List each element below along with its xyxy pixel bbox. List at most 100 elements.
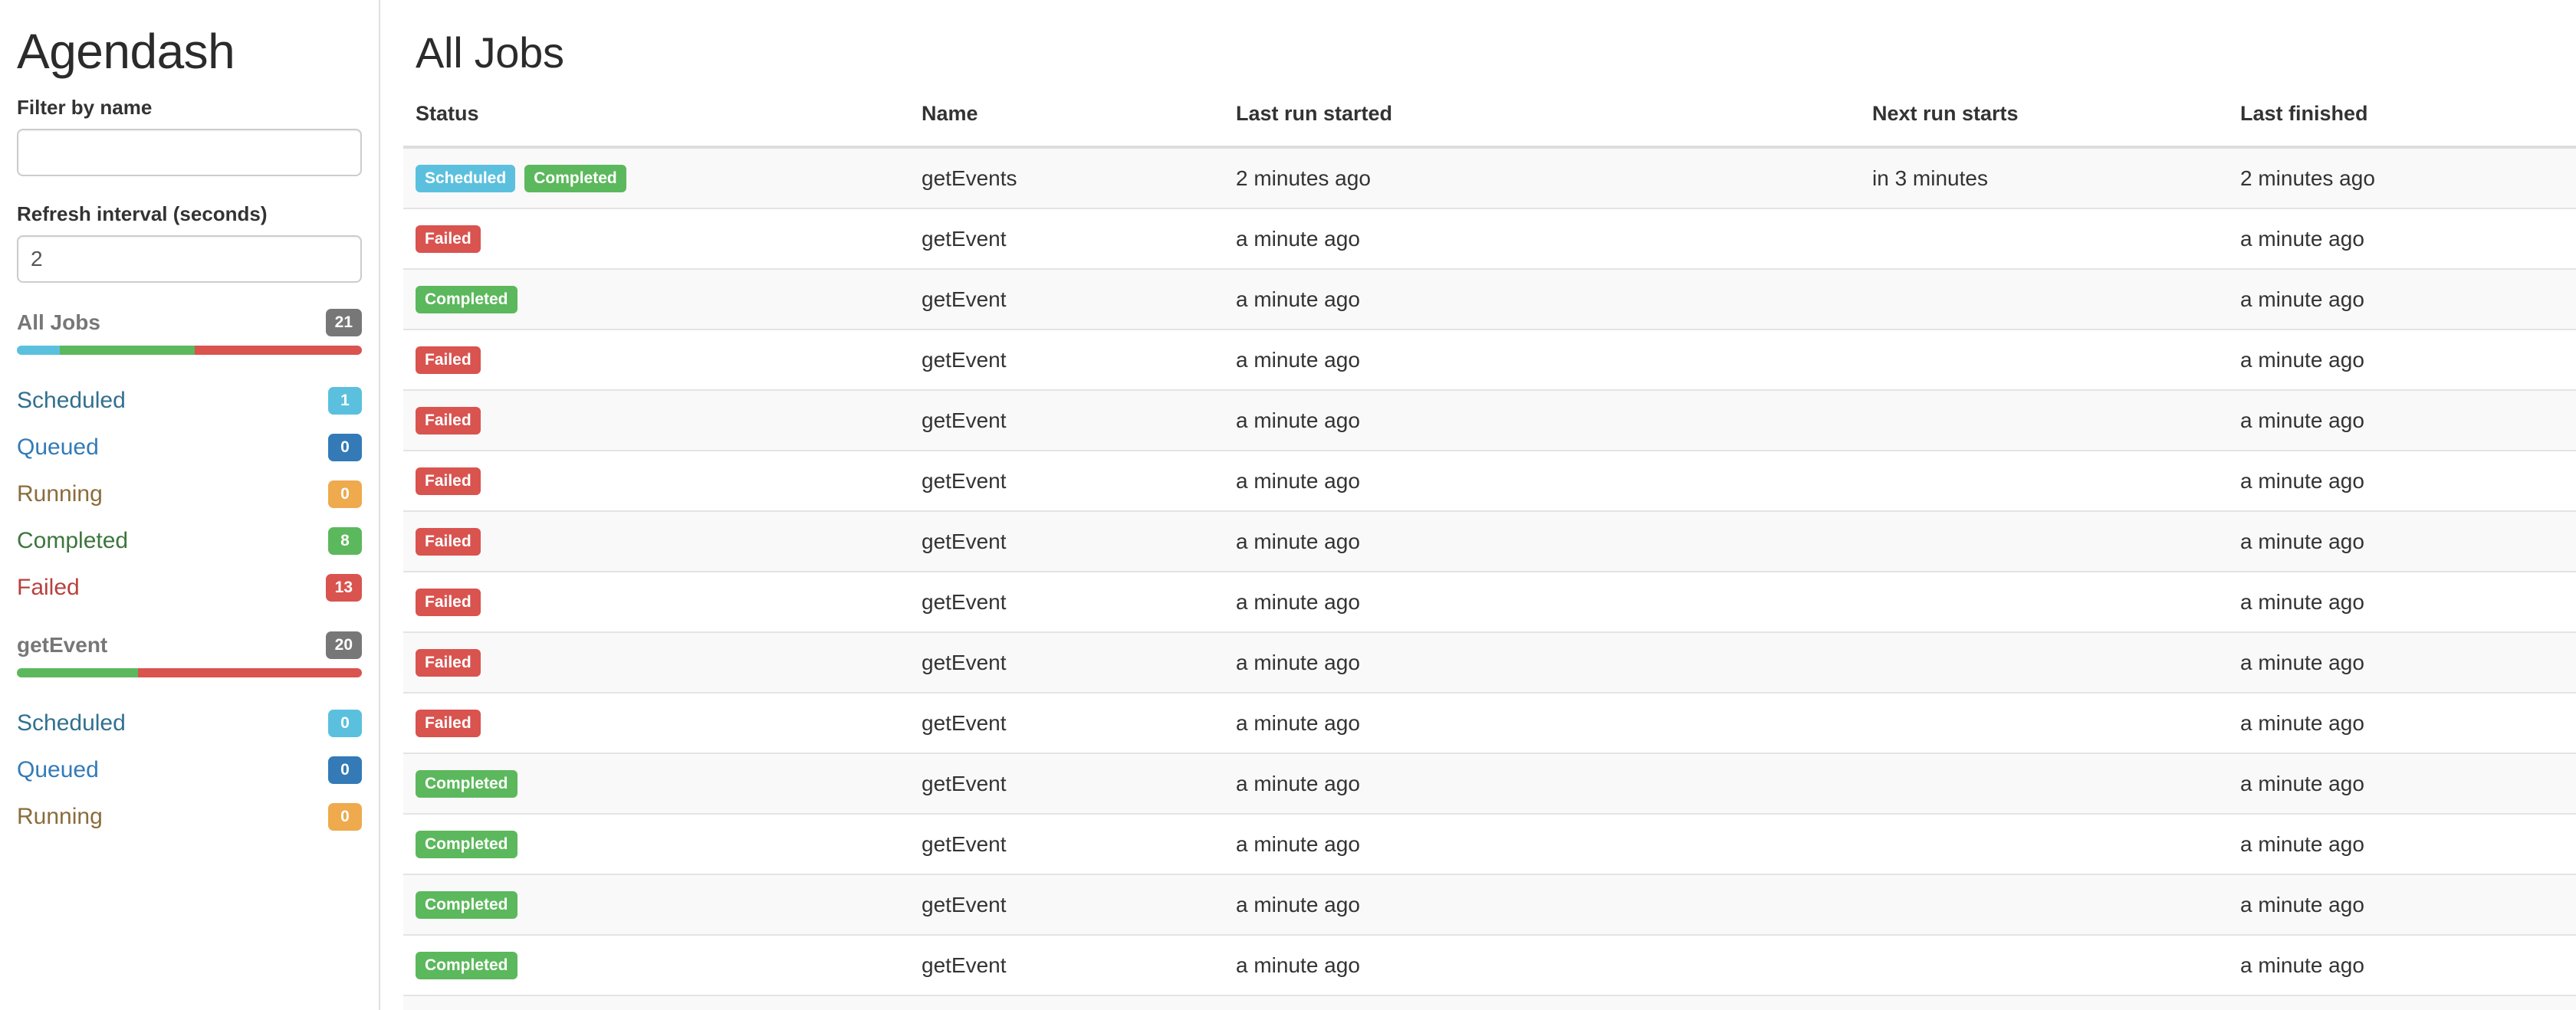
cell-status: Failed bbox=[403, 390, 909, 451]
app-brand-title: Agendash bbox=[17, 24, 235, 79]
column-header[interactable]: Last run started bbox=[1224, 102, 1860, 149]
sidebar-item-scheduled[interactable]: Scheduled 1 bbox=[17, 378, 362, 425]
table-row[interactable]: FailedgetEventa minute agoa minute ago bbox=[403, 572, 2576, 633]
cell-last-finished: 2 minutes ago bbox=[2228, 147, 2576, 209]
status-badge: Completed bbox=[416, 891, 518, 919]
status-badge: Failed bbox=[416, 589, 481, 616]
table-row[interactable]: Scheduled Completed getEvents 2 minutes ago… bbox=[403, 147, 2576, 209]
cell-last-finished: a minute ago bbox=[2228, 935, 2576, 996]
cell-last-finished: a minute ago bbox=[2228, 330, 2576, 391]
column-header[interactable]: Status bbox=[403, 102, 909, 149]
sidebar-item-count-badge: 0 bbox=[328, 803, 362, 831]
column-header[interactable]: Last finished bbox=[2228, 102, 2576, 149]
sidebar-item-label: Scheduled bbox=[17, 388, 126, 414]
status-badge: Completed bbox=[416, 286, 518, 313]
cell-next-run-starts bbox=[1860, 511, 2228, 572]
jobs-table: Status Name Last run started Next run start… bbox=[403, 102, 2576, 1010]
table-row[interactable]: Completed getEvent a minute ago a minute ag… bbox=[403, 874, 2576, 936]
cell-name: getEvent bbox=[909, 995, 1224, 1010]
sidebar-group-header[interactable]: All Jobs 21 bbox=[17, 309, 362, 337]
table-row[interactable]: Completed getEvent a minute ago a minute ag… bbox=[403, 269, 2576, 330]
table-row[interactable]: FailedgetEventa minute agoa minute ago bbox=[403, 208, 2576, 270]
cell-last-run-started: a minute ago bbox=[1224, 632, 1860, 694]
cell-name: getEvent bbox=[909, 693, 1224, 754]
cell-status: Failed bbox=[403, 632, 909, 694]
cell-next-run-starts bbox=[1860, 330, 2228, 391]
cell-last-finished: a minute ago bbox=[2228, 572, 2576, 633]
cell-last-run-started: 2 minutes ago bbox=[1224, 147, 1860, 209]
cell-last-run-started: a minute ago bbox=[1224, 451, 1860, 512]
cell-last-run-started: a minute ago bbox=[1224, 753, 1860, 815]
sidebar-item-label: Failed bbox=[17, 575, 80, 601]
sidebar-item-scheduled[interactable]: Scheduled 0 bbox=[17, 700, 362, 747]
refresh-interval-label: Refresh interval (seconds) bbox=[17, 202, 268, 226]
sidebar-item-queued[interactable]: Queued 0 bbox=[17, 425, 362, 471]
cell-status: Completed bbox=[403, 814, 909, 875]
progress-segment-completed bbox=[60, 346, 195, 356]
sidebar-item-failed[interactable]: Failed 13 bbox=[17, 565, 362, 612]
sidebar-group: All Jobs 21 Scheduled 1 Queued 0 Running 0 Compl… bbox=[17, 309, 362, 612]
filter-by-name-input[interactable] bbox=[17, 129, 362, 177]
sidebar-group-title: getEvent bbox=[17, 633, 108, 657]
sidebar-item-count-badge: 0 bbox=[328, 710, 362, 738]
table-row[interactable]: FailedgetEventa minute agoa minute ago bbox=[403, 995, 2576, 1010]
cell-last-run-started: a minute ago bbox=[1224, 330, 1860, 391]
table-row[interactable]: FailedgetEventa minute agoa minute ago bbox=[403, 390, 2576, 451]
cell-status: Completed bbox=[403, 935, 909, 996]
table-row[interactable]: FailedgetEventa minute agoa minute ago bbox=[403, 451, 2576, 512]
status-badge: Completed bbox=[416, 952, 518, 979]
sidebar-item-queued[interactable]: Queued 0 bbox=[17, 747, 362, 794]
status-badge: Failed bbox=[416, 528, 481, 556]
table-row[interactable]: FailedgetEventa minute agoa minute ago bbox=[403, 330, 2576, 391]
column-header[interactable]: Next run starts bbox=[1860, 102, 2228, 149]
cell-last-finished: a minute ago bbox=[2228, 511, 2576, 572]
refresh-interval-field: Refresh interval (seconds) bbox=[17, 202, 362, 284]
cell-last-finished: a minute ago bbox=[2228, 208, 2576, 270]
status-badge: Scheduled bbox=[416, 165, 516, 192]
sidebar-item-completed[interactable]: Completed 8 bbox=[17, 518, 362, 565]
cell-status: Failed bbox=[403, 208, 909, 270]
sidebar-item-label: Queued bbox=[17, 434, 99, 461]
sidebar-item-label: Running bbox=[17, 481, 103, 507]
page-title: All Jobs bbox=[416, 28, 564, 77]
cell-name: getEvent bbox=[909, 390, 1224, 451]
cell-name: getEvent bbox=[909, 511, 1224, 572]
status-badge: Completed bbox=[524, 165, 626, 192]
cell-next-run-starts bbox=[1860, 874, 2228, 936]
sidebar-group-title: All Jobs bbox=[17, 310, 100, 335]
sidebar-item-label: Queued bbox=[17, 757, 99, 783]
cell-last-run-started: a minute ago bbox=[1224, 693, 1860, 754]
cell-next-run-starts bbox=[1860, 390, 2228, 451]
main-content: All Jobs Status Name Last run started Next … bbox=[380, 0, 2576, 1010]
cell-next-run-starts bbox=[1860, 208, 2228, 270]
progress-segment-completed bbox=[17, 668, 138, 678]
table-row[interactable]: Completed getEvent a minute ago a minute ag… bbox=[403, 753, 2576, 815]
sidebar-group-progress-bar bbox=[17, 668, 362, 678]
cell-next-run-starts bbox=[1860, 693, 2228, 754]
cell-last-run-started: a minute ago bbox=[1224, 269, 1860, 330]
cell-next-run-starts bbox=[1860, 753, 2228, 815]
table-row[interactable]: FailedgetEventa minute agoa minute ago bbox=[403, 632, 2576, 694]
table-row[interactable]: FailedgetEventa minute agoa minute ago bbox=[403, 511, 2576, 572]
cell-name: getEvent bbox=[909, 269, 1224, 330]
sidebar-item-count-badge: 0 bbox=[328, 480, 362, 509]
cell-next-run-starts bbox=[1860, 814, 2228, 875]
sidebar-group-header[interactable]: getEvent 20 bbox=[17, 631, 362, 660]
status-badge: Completed bbox=[416, 770, 518, 798]
table-row[interactable]: FailedgetEventa minute agoa minute ago bbox=[403, 693, 2576, 754]
cell-last-finished: a minute ago bbox=[2228, 451, 2576, 512]
table-row[interactable]: Completed getEvent a minute ago a minute ag… bbox=[403, 814, 2576, 875]
cell-status: Completed bbox=[403, 874, 909, 936]
cell-last-finished: a minute ago bbox=[2228, 753, 2576, 815]
status-badge: Failed bbox=[416, 649, 481, 677]
refresh-interval-input[interactable] bbox=[17, 235, 362, 284]
sidebar-item-running[interactable]: Running 0 bbox=[17, 471, 362, 518]
cell-last-run-started: a minute ago bbox=[1224, 511, 1860, 572]
cell-last-run-started: a minute ago bbox=[1224, 995, 1860, 1010]
cell-next-run-starts bbox=[1860, 269, 2228, 330]
filter-by-name-field: Filter by name bbox=[17, 96, 362, 177]
cell-name: getEvent bbox=[909, 451, 1224, 512]
sidebar-item-running[interactable]: Running 0 bbox=[17, 794, 362, 841]
table-row[interactable]: Completed getEvent a minute ago a minute ag… bbox=[403, 935, 2576, 996]
column-header[interactable]: Name bbox=[909, 102, 1224, 149]
